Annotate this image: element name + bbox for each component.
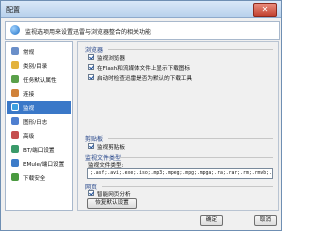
sidebar-item-label: 类别/目录 <box>23 64 48 70</box>
monitor-browser-label: 监视浏览器 <box>97 56 125 62</box>
sidebar-item-advanced[interactable]: 高级 <box>7 129 71 142</box>
smart-page-analysis-label: 智能网页分析 <box>97 192 131 198</box>
browser-group-title: 浏览器 <box>85 47 104 54</box>
monitor-clipboard-label: 监视剪贴板 <box>97 145 125 151</box>
restore-defaults-button[interactable]: 恢复默认设置 <box>87 198 137 209</box>
sidebar-item-connection[interactable]: 连接 <box>7 87 71 100</box>
window-title: 配置 <box>6 6 20 14</box>
config-window: 配置 ✕ 监视选项用来设置迅雷与浏览器整合的相关功能 常规 类别/目录 任务默认… <box>0 0 282 231</box>
shield-icon <box>11 173 19 181</box>
settings-panel: 浏览器 监视浏览器 在Flash和流媒体文件上显示下载图标 启动时检查迅雷是否为… <box>77 41 279 211</box>
sidebar-item-label: EMule/端口设置 <box>23 162 65 168</box>
flash-download-icon-checkbox[interactable] <box>88 64 94 70</box>
smart-page-analysis-checkbox[interactable] <box>88 190 94 196</box>
sidebar-item-label: 连接 <box>23 92 35 98</box>
sidebar-item-emule-port[interactable]: EMule/端口设置 <box>7 157 71 170</box>
info-icon <box>10 25 20 35</box>
group-divider <box>120 157 273 158</box>
clipboard-group-title: 剪贴板 <box>85 136 104 143</box>
default-downloader-check-checkbox[interactable] <box>88 74 94 80</box>
default-downloader-check-label: 启动时检查迅雷是否为默认的下载工具 <box>97 76 193 82</box>
gear-icon <box>11 47 19 55</box>
close-icon: ✕ <box>261 5 269 14</box>
group-divider <box>102 186 273 187</box>
sidebar-item-download-security[interactable]: 下载安全 <box>7 171 71 184</box>
filetypes-input[interactable]: ;.asf;.avi;.exe;.iso;.mp3;.mpeg;.mpg;.mp… <box>87 168 273 179</box>
sidebar-item-label: 常规 <box>23 50 35 56</box>
sidebar-item-label: 图形/日志 <box>23 120 48 126</box>
bt-icon <box>11 145 19 153</box>
group-divider <box>108 138 273 139</box>
monitor-browser-checkbox[interactable] <box>88 54 94 60</box>
category-sidebar: 常规 类别/目录 任务默认属性 连接 监视 图形/日志 高级 BT/端口设置 E… <box>5 41 73 211</box>
sidebar-item-categories[interactable]: 类别/目录 <box>7 59 71 72</box>
sidebar-item-monitor[interactable]: 监视 <box>7 101 71 114</box>
sidebar-item-label: 监视 <box>23 106 35 112</box>
monitor-icon <box>11 103 19 111</box>
title-bar[interactable]: 配置 ✕ <box>1 1 281 18</box>
sidebar-item-graph-log[interactable]: 图形/日志 <box>7 115 71 128</box>
connection-icon <box>11 89 19 97</box>
task-icon <box>11 75 19 83</box>
graph-icon <box>11 117 19 125</box>
ok-button[interactable]: 确定 <box>200 215 223 226</box>
cancel-button[interactable]: 取消 <box>254 215 277 226</box>
close-button[interactable]: ✕ <box>253 3 277 17</box>
group-divider <box>108 49 273 50</box>
advanced-icon <box>11 131 19 139</box>
sidebar-item-bt-port[interactable]: BT/端口设置 <box>7 143 71 156</box>
flash-download-icon-label: 在Flash和流媒体文件上显示下载图标 <box>97 66 190 72</box>
sidebar-item-label: 任务默认属性 <box>23 78 57 84</box>
emule-icon <box>11 159 19 167</box>
sidebar-item-general[interactable]: 常规 <box>7 45 71 58</box>
folder-icon <box>11 61 19 69</box>
description-banner: 监视选项用来设置迅雷与浏览器整合的相关功能 <box>5 21 280 40</box>
sidebar-item-task-defaults[interactable]: 任务默认属性 <box>7 73 71 86</box>
sidebar-item-label: 下载安全 <box>23 176 46 182</box>
monitor-clipboard-checkbox[interactable] <box>88 143 94 149</box>
banner-text: 监视选项用来设置迅雷与浏览器整合的相关功能 <box>25 29 152 36</box>
sidebar-item-label: BT/端口设置 <box>23 148 55 154</box>
sidebar-item-label: 高级 <box>23 134 35 140</box>
